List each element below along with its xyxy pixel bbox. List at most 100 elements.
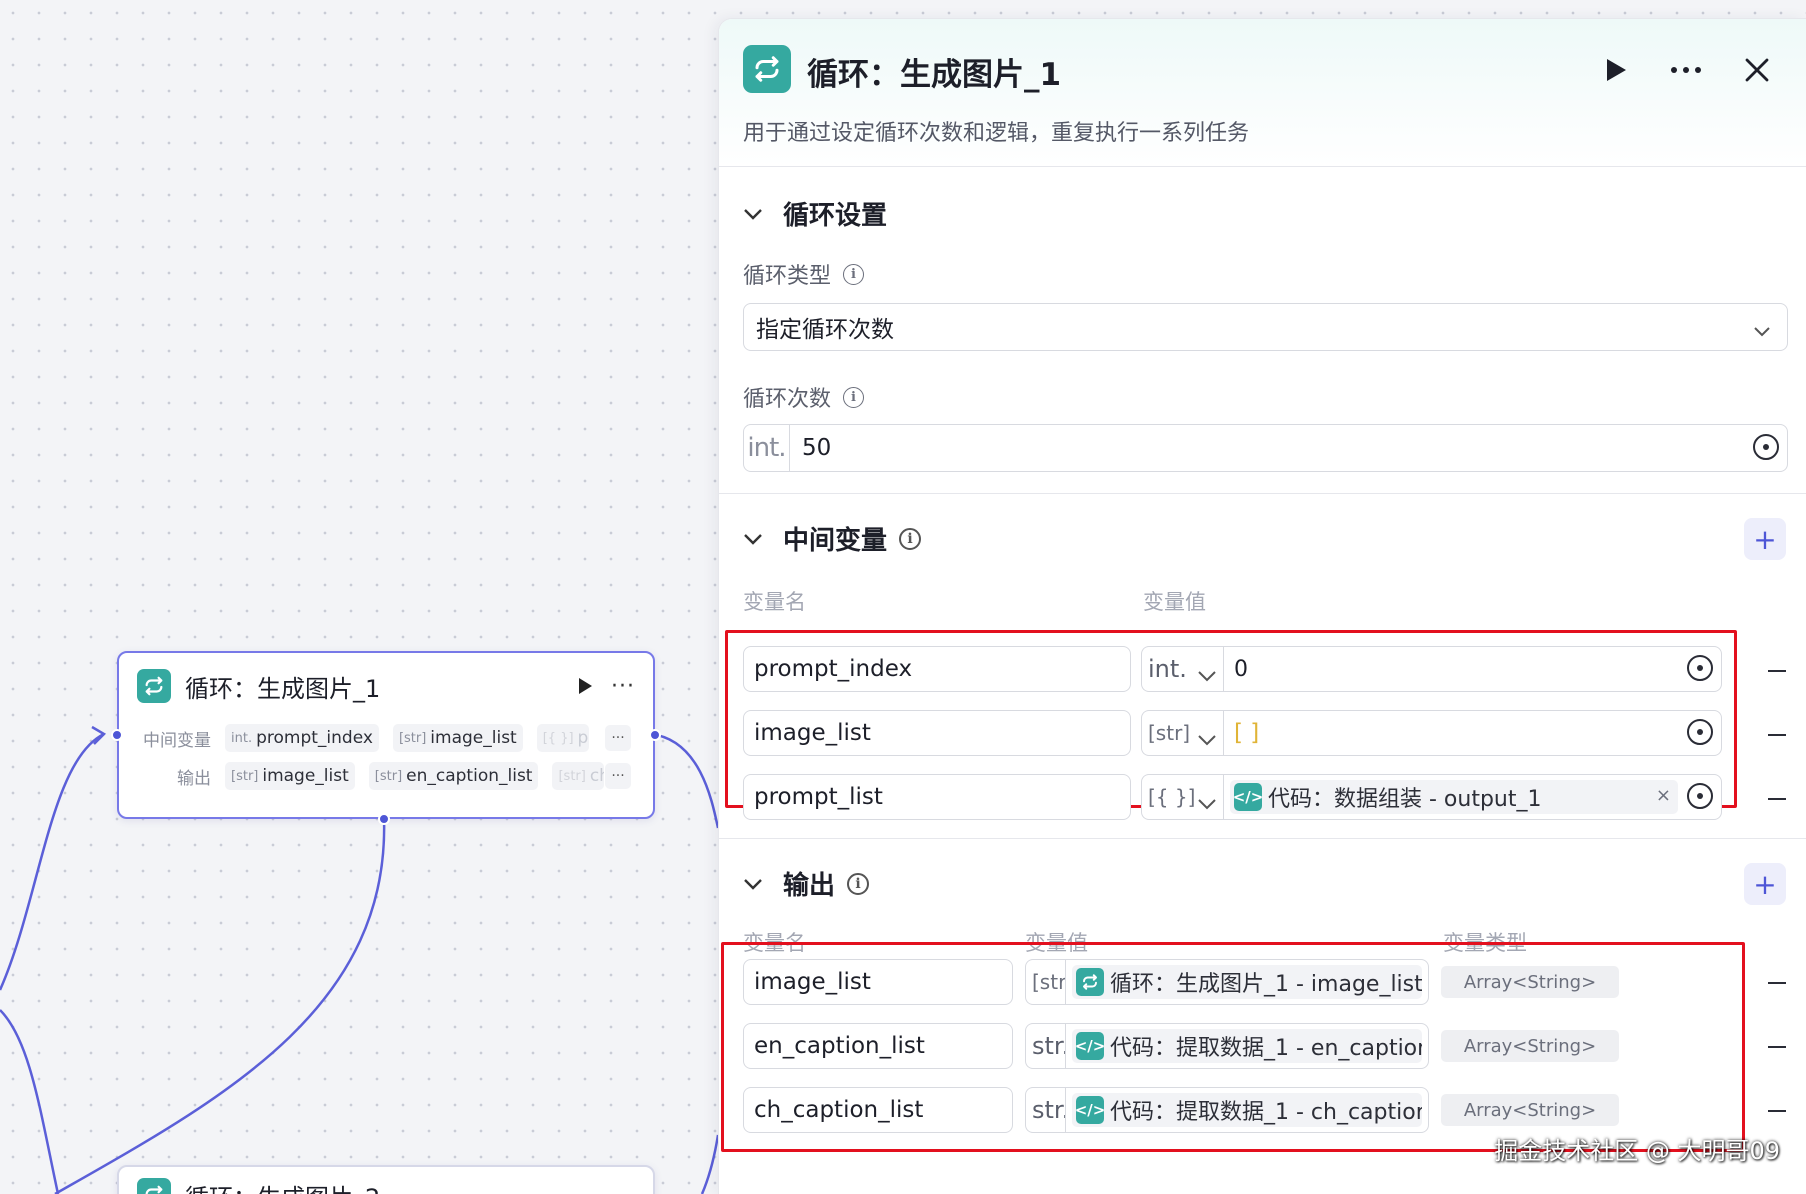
edge-right-low [700,1134,720,1194]
ref-chip: 循环：生成图片_1 - image_list [1072,965,1422,999]
info-icon[interactable]: i [843,386,865,408]
panel-description: 用于通过设定循环次数和逻辑，重复执行一系列任务 [743,121,1250,146]
workflow-canvas[interactable]: 循环：生成图片_1 ··· 中间变量 int. prompt_index [str… [0,0,720,1194]
body-port[interactable] [378,813,390,825]
clear-icon[interactable]: × [1656,785,1671,806]
var-value-input[interactable]: 0 [1223,646,1722,692]
output-name-input[interactable]: ch_caption_list [743,1087,1013,1133]
section-title: 中间变量 [783,526,888,556]
section-toggle[interactable]: 中间变量 i [743,520,922,557]
input-port[interactable] [111,729,123,741]
output-type-tag[interactable]: str. [1025,1087,1069,1133]
output-name-input[interactable]: image_list [743,959,1013,1005]
var-type-select[interactable]: int. [1141,646,1223,692]
panel-header: 循环：生成图片_1 用于通过设定循环次数和逻辑，重复执行一系列任务 [719,19,1806,167]
section-title: 循环设置 [783,201,888,231]
col-var-name: 变量名 [743,590,806,614]
section-title: 输出 [783,871,836,901]
output-value-input[interactable]: </> 代码：提取数据_1 - ch_caption [1065,1087,1429,1133]
edge-left-out [0,1009,60,1194]
output-name-input[interactable]: en_caption_list [743,1023,1013,1069]
remove-var-button[interactable] [1768,798,1786,800]
output-chip: [str]ch [552,762,605,790]
outputs-more-button[interactable]: ··· [605,763,631,789]
var-value-input[interactable]: </> 代码：数据组装 - output_1 × [1223,774,1722,820]
info-icon[interactable]: i [847,872,870,895]
output-type-tag[interactable]: str. [1025,1023,1069,1069]
loop-node-1[interactable]: 循环：生成图片_1 ··· 中间变量 int. prompt_index [str… [111,651,661,825]
loop-count-label: 循环次数 i [743,381,865,413]
run-button[interactable] [1599,53,1633,87]
edge-left-arrow [91,725,107,745]
remove-var-button[interactable] [1768,734,1786,736]
vars-more-button[interactable]: ··· [605,725,631,751]
node-outputs-row: 输出 [str] image_list [str] en_caption_list … [119,757,653,795]
output-value-input[interactable]: 循环：生成图片_1 - image_list [1065,959,1429,1005]
remove-output-button[interactable] [1768,1046,1786,1048]
info-icon[interactable]: i [899,527,922,550]
data-type-badge: Array<String> [1441,966,1619,998]
section-toggle[interactable]: 输出 i [743,865,870,902]
remove-var-button[interactable] [1768,670,1786,672]
chevron-down-icon [1197,788,1217,816]
ref-chip: </> 代码：提取数据_1 - en_caption [1072,1029,1422,1063]
var-name-input[interactable]: image_list [743,710,1131,756]
edge-left-in [0,732,105,991]
type-tag: int. [744,425,790,471]
output-value-input[interactable]: </> 代码：提取数据_1 - en_caption [1065,1023,1429,1069]
node-settings-panel: 循环：生成图片_1 用于通过设定循环次数和逻辑，重复执行一系列任务 循环设置 循… [718,18,1806,1194]
section-toggle[interactable]: 循环设置 [743,195,887,232]
var-chip: [{ }]pro [536,724,589,752]
loop-node-2[interactable]: 循环：生成图片_2 [117,1165,655,1194]
output-chip: [str] en_caption_list [368,762,539,790]
var-value-input[interactable]: [ ] [1223,710,1722,756]
remove-output-button[interactable] [1768,1110,1786,1112]
loop-icon [137,669,171,703]
node-vars-row: 中间变量 int. prompt_index [str] image_list [{… [119,719,653,757]
output-port[interactable] [649,729,661,741]
add-output-button[interactable]: + [1744,863,1786,905]
close-icon[interactable] [1740,53,1774,87]
loop-type-label: 循环类型 i [743,258,865,290]
ref-chip: </> 代码：数据组装 - output_1 [1230,780,1678,814]
chevron-down-icon [743,878,765,890]
remove-output-button[interactable] [1768,982,1786,984]
more-button[interactable] [1669,53,1703,87]
add-var-button[interactable]: + [1744,518,1786,560]
run-node-button[interactable] [573,674,597,698]
edge-right [650,732,720,829]
var-chip: int. prompt_index [225,724,379,752]
var-type-select[interactable]: [{ }] [1141,774,1223,820]
node-title: 循环：生成图片_1 [185,674,381,703]
code-icon: </> [1075,1032,1105,1060]
chevron-down-icon [1197,660,1217,688]
variable-ref-icon[interactable] [1687,783,1713,809]
variable-ref-icon[interactable] [1753,434,1779,460]
loop-icon [1076,968,1104,996]
output-type-tag[interactable]: [str] [1025,959,1074,1005]
loop-settings-section: 循环设置 循环类型 i 指定循环次数 循环次数 i int. 50 [719,167,1806,494]
watermark: 掘金技术社区 @ 大明哥09 [1494,1137,1780,1165]
var-type-select[interactable]: [str] [1141,710,1223,756]
code-icon: </> [1075,1096,1105,1124]
chevron-down-icon [743,533,765,545]
loop-type-select[interactable]: 指定循环次数 [743,303,1788,351]
loop-count-input[interactable]: int. 50 [743,424,1788,472]
var-name-input[interactable]: prompt_index [743,646,1131,692]
loop-icon [137,1178,171,1194]
connection-lines [0,725,720,1194]
vars-section: 中间变量 i + 变量名 变量值 prompt_index int. 0 ima… [719,494,1806,839]
chevron-down-icon [743,208,765,220]
variable-ref-icon[interactable] [1687,719,1713,745]
col-var-value: 变量值 [1143,590,1206,614]
vars-label: 中间变量 [143,730,211,751]
ref-chip: </> 代码：提取数据_1 - ch_caption [1072,1093,1422,1127]
variable-ref-icon[interactable] [1687,655,1713,681]
panel-title[interactable]: 循环：生成图片_1 [807,49,1061,94]
outputs-label: 输出 [177,768,211,789]
edge-bottom [54,817,386,1194]
node-more-button[interactable]: ··· [611,674,635,699]
info-icon[interactable]: i [843,263,865,285]
var-name-input[interactable]: prompt_list [743,774,1131,820]
data-type-badge: Array<String> [1441,1094,1619,1126]
